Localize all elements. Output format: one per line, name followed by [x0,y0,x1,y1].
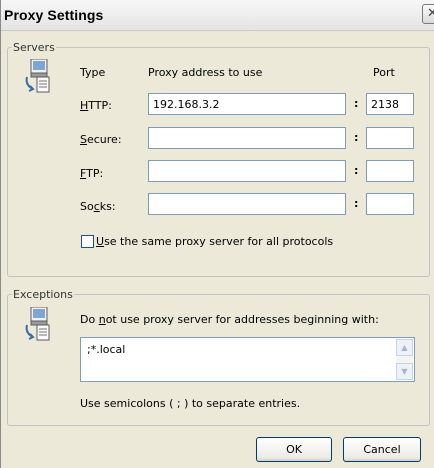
http-label: HTTP: [80,99,112,112]
same-proxy-checkbox[interactable] [81,235,94,248]
secure-label: Secure: [80,133,122,146]
secure-colon: : [354,131,359,144]
ftp-port-input[interactable] [366,160,414,182]
exceptions-scrollbar[interactable]: ▲ ▼ [396,339,413,380]
network-computer-icon [25,59,50,93]
scroll-down-icon[interactable]: ▼ [396,363,413,380]
column-port-header: Port [373,66,395,79]
cancel-button[interactable]: Cancel [343,437,421,462]
scroll-up-icon[interactable]: ▲ [396,339,413,356]
http-address-input[interactable] [148,93,346,115]
secure-address-input[interactable] [148,127,346,149]
servers-legend: Servers [13,41,55,54]
secure-port-input[interactable] [366,127,414,149]
http-port-input[interactable] [366,93,414,115]
ftp-colon: : [354,164,359,177]
proxy-settings-dialog: Proxy Settings ✕ Servers Type Proxy addr… [0,0,434,468]
exceptions-legend: Exceptions [13,288,73,301]
http-colon: : [354,97,359,110]
exceptions-description: Do not use proxy server for addresses be… [80,313,379,326]
dialog-title: Proxy Settings [4,7,104,23]
close-button[interactable]: ✕ [422,4,434,24]
socks-label: Socks: [80,200,116,213]
socks-port-input[interactable] [366,193,414,215]
column-address-header: Proxy address to use [148,66,263,79]
exceptions-value: ;*.local [87,343,126,356]
title-bar: Proxy Settings ✕ [1,0,434,31]
exceptions-textarea[interactable]: ;*.local ▲ ▼ [80,337,415,382]
socks-colon: : [354,197,359,210]
ok-button[interactable]: OK [256,437,332,462]
socks-address-input[interactable] [148,193,346,215]
ftp-label: FTP: [80,167,104,180]
same-proxy-label[interactable]: Use the same proxy server for all protoc… [96,235,333,248]
column-type-header: Type [80,66,106,79]
exceptions-hint: Use semicolons ( ; ) to separate entries… [80,397,301,410]
network-computer-icon [25,307,50,341]
ftp-address-input[interactable] [148,160,346,182]
